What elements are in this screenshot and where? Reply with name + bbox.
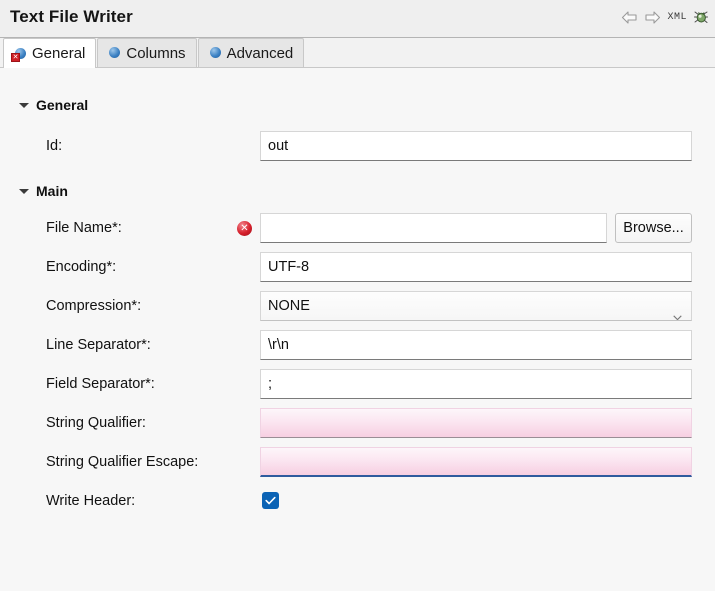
label-string-qualifier: String Qualifier:	[46, 408, 146, 438]
error-badge-icon: ✕	[11, 53, 20, 62]
forward-arrow-icon[interactable]	[644, 10, 661, 25]
row-string-qualifier-escape: String Qualifier Escape:	[0, 447, 715, 477]
tab-columns-label: Columns	[126, 45, 185, 62]
field-separator-input[interactable]: ;	[260, 369, 692, 399]
label-string-qualifier-escape: String Qualifier Escape:	[46, 447, 198, 477]
row-field-separator: Field Separator*: ;	[0, 369, 715, 399]
row-id: Id: out	[0, 131, 715, 161]
label-encoding: Encoding*:	[46, 252, 116, 282]
tab-advanced-label: Advanced	[227, 45, 294, 62]
chevron-down-icon[interactable]	[19, 189, 29, 194]
browse-button[interactable]: Browse...	[615, 213, 692, 243]
section-header-general[interactable]: General	[19, 97, 88, 113]
label-line-separator: Line Separator*:	[46, 330, 151, 360]
form-body: General Id: out Main File Name*: ✕ Brows…	[0, 68, 715, 590]
label-file-name: File Name*:	[46, 213, 122, 243]
tab-advanced[interactable]: Advanced	[198, 38, 305, 67]
tab-general[interactable]: ✕ General	[3, 38, 96, 68]
section-header-main[interactable]: Main	[19, 183, 68, 199]
columns-tab-icon	[106, 46, 120, 60]
label-compression: Compression*:	[46, 291, 141, 321]
tab-strip: ✕ General Columns Advanced	[0, 38, 715, 68]
row-write-header: Write Header:	[0, 486, 715, 516]
sphere-icon	[210, 47, 221, 58]
label-field-separator: Field Separator*:	[46, 369, 155, 399]
row-encoding: Encoding*: UTF-8	[0, 252, 715, 282]
section-title-main: Main	[36, 183, 68, 199]
file-name-error-icon: ✕	[237, 221, 252, 236]
debug-bug-icon[interactable]	[693, 9, 709, 25]
sphere-icon	[109, 47, 120, 58]
id-input[interactable]: out	[260, 131, 692, 161]
advanced-tab-icon	[207, 46, 221, 60]
line-separator-input[interactable]: \r\n	[260, 330, 692, 360]
row-compression: Compression*: NONE	[0, 291, 715, 321]
chevron-down-icon[interactable]	[673, 303, 682, 309]
string-qualifier-escape-input[interactable]	[260, 447, 692, 477]
chevron-down-icon[interactable]	[19, 103, 29, 108]
tab-columns[interactable]: Columns	[97, 38, 196, 67]
label-write-header: Write Header:	[46, 486, 135, 516]
back-arrow-icon[interactable]	[621, 10, 638, 25]
row-string-qualifier: String Qualifier:	[0, 408, 715, 438]
xml-icon[interactable]: XML	[667, 10, 687, 25]
general-tab-icon: ✕	[12, 47, 26, 61]
compression-selected-value: NONE	[268, 298, 310, 314]
encoding-input[interactable]: UTF-8	[260, 252, 692, 282]
row-file-name: File Name*: ✕ Browse...	[0, 213, 715, 243]
page-title: Text File Writer	[10, 7, 133, 27]
string-qualifier-input[interactable]	[260, 408, 692, 438]
titlebar-tools: XML	[621, 9, 709, 25]
row-line-separator: Line Separator*: \r\n	[0, 330, 715, 360]
write-header-checkbox[interactable]	[262, 492, 279, 509]
tab-general-label: General	[32, 45, 85, 62]
window-titlebar: Text File Writer XML	[0, 0, 715, 38]
file-name-input[interactable]	[260, 213, 607, 243]
section-title-general: General	[36, 97, 88, 113]
compression-select[interactable]: NONE	[260, 291, 692, 321]
label-id: Id:	[46, 131, 62, 161]
